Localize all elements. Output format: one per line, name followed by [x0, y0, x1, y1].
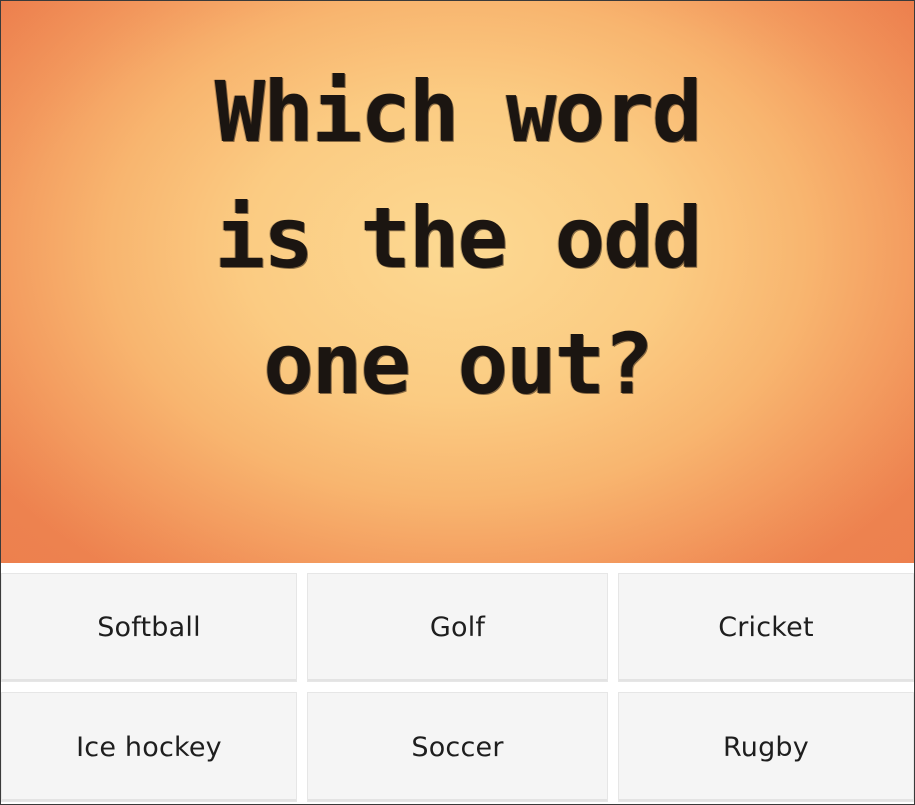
answer-label: Soccer	[411, 731, 504, 763]
answer-label: Softball	[97, 612, 201, 643]
answer-option-softball[interactable]: Softball	[1, 573, 297, 682]
question-line-2: is the odd	[214, 189, 703, 287]
quiz-card: Which word is the odd one out? Softball …	[0, 0, 915, 805]
answer-option-rugby[interactable]: Rugby	[618, 692, 914, 802]
answer-label: Ice hockey	[76, 731, 222, 763]
question-text: Which word is the odd one out?	[1, 49, 914, 427]
answer-option-cricket[interactable]: Cricket	[618, 573, 914, 682]
answer-option-ice-hockey[interactable]: Ice hockey	[1, 692, 297, 802]
question-image: Which word is the odd one out?	[1, 1, 914, 563]
question-line-3: one out?	[263, 315, 654, 413]
answer-label: Rugby	[723, 731, 809, 763]
answer-options-grid: Softball Golf Cricket Ice hockey Soccer …	[1, 563, 914, 804]
question-line-1: Which word	[214, 63, 703, 161]
answer-option-soccer[interactable]: Soccer	[307, 692, 608, 802]
answer-option-golf[interactable]: Golf	[307, 573, 608, 682]
answer-label: Cricket	[718, 612, 814, 643]
answer-label: Golf	[429, 612, 486, 643]
